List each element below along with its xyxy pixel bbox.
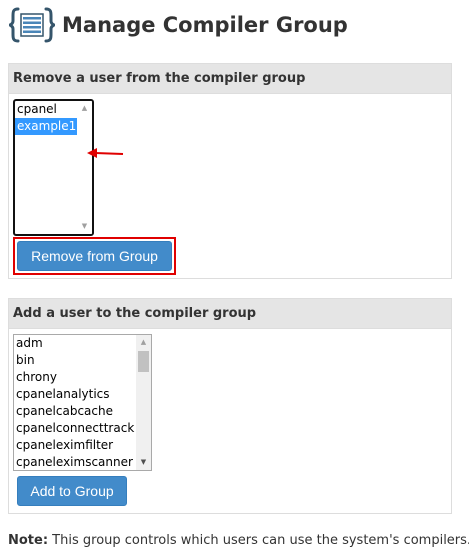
list-item[interactable]: cpanelcabcache: [14, 403, 151, 420]
list-item[interactable]: bin: [14, 352, 151, 369]
list-item[interactable]: adm: [14, 335, 151, 352]
page: Manage Compiler Group Remove a user from…: [0, 0, 469, 552]
list-item[interactable]: cpaneleximfilter: [14, 437, 151, 454]
listbox-scrollbar[interactable]: ▲ ▼: [136, 335, 151, 470]
available-users-listbox[interactable]: adm bin chrony cpanelanalytics cpanelcab…: [13, 334, 152, 471]
list-braces-icon: [8, 6, 56, 44]
scroll-up-arrow-icon[interactable]: ▲: [136, 335, 151, 350]
remove-user-panel: Remove a user from the compiler group cp…: [8, 63, 452, 279]
scroll-up-arrow-icon[interactable]: ▲: [77, 101, 92, 116]
page-header: Manage Compiler Group: [8, 6, 348, 44]
remove-panel-heading: Remove a user from the compiler group: [9, 64, 451, 94]
list-item[interactable]: chrony: [14, 369, 151, 386]
list-item[interactable]: cpanelanalytics: [14, 386, 151, 403]
add-panel-heading: Add a user to the compiler group: [9, 299, 451, 329]
footer-note: Note: This group controls which users ca…: [8, 533, 469, 548]
list-item[interactable]: cpaneleximscanner: [14, 454, 151, 470]
note-text: This group controls which users can use …: [48, 533, 469, 548]
list-item[interactable]: cpanelconnecttrack: [14, 420, 151, 437]
scroll-down-arrow-icon[interactable]: ▼: [136, 455, 151, 470]
note-label: Note:: [8, 533, 49, 548]
add-user-panel: Add a user to the compiler group adm bin…: [8, 298, 452, 514]
scroll-down-arrow-icon[interactable]: ▼: [77, 219, 92, 234]
listbox-scrollbar[interactable]: ▲ ▼: [77, 101, 92, 234]
compiler-group-users-listbox[interactable]: cpanel example1 ▲ ▼: [13, 99, 94, 236]
scrollbar-thumb[interactable]: [138, 351, 149, 372]
add-to-group-button[interactable]: Add to Group: [17, 476, 127, 506]
page-title: Manage Compiler Group: [62, 13, 348, 37]
annotation-arrow-icon: [87, 148, 124, 158]
remove-from-group-button[interactable]: Remove from Group: [17, 241, 172, 271]
